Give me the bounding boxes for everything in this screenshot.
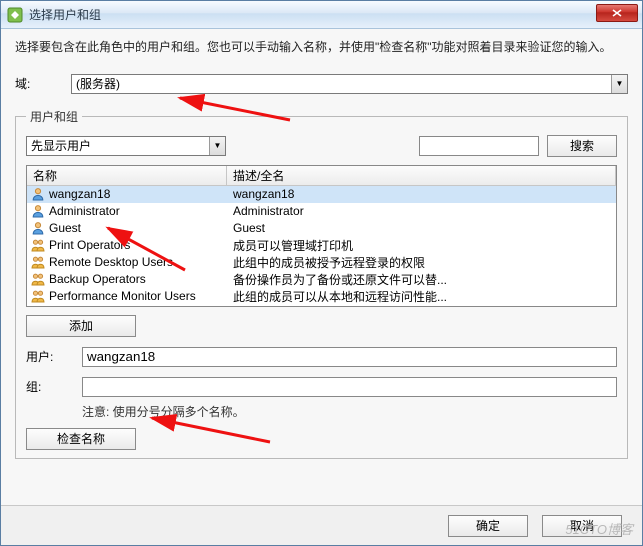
chevron-down-icon: ▼ <box>611 75 627 93</box>
group-icon <box>29 255 47 269</box>
filter-row: 先显示用户 ▼ 搜索 <box>26 135 617 157</box>
user-icon <box>29 187 47 201</box>
add-button[interactable]: 添加 <box>26 315 136 337</box>
users-selected-row: 用户: <box>26 347 617 367</box>
close-button[interactable] <box>596 4 638 22</box>
row-desc: 此组中的成员被授予远程登录的权限 <box>227 254 616 271</box>
filter-value: 先显示用户 <box>31 137 91 154</box>
window-title: 选择用户和组 <box>29 6 101 23</box>
groups-selected-row: 组: <box>26 377 617 397</box>
instruction-text: 选择要包含在此角色中的用户和组。您也可以手动输入名称，并使用"检查名称"功能对照… <box>15 39 628 56</box>
row-name: Print Operators <box>47 238 227 252</box>
col-name[interactable]: 名称 <box>27 166 227 185</box>
check-names-button[interactable]: 检查名称 <box>26 428 136 450</box>
group-icon <box>29 272 47 286</box>
app-icon <box>7 7 23 23</box>
search-input[interactable] <box>419 136 539 156</box>
dialog-window: 选择用户和组 选择要包含在此角色中的用户和组。您也可以手动输入名称，并使用"检查… <box>0 0 643 546</box>
list-body[interactable]: wangzan18wangzan18AdministratorAdministr… <box>27 186 616 307</box>
filter-combo[interactable]: 先显示用户 ▼ <box>26 136 226 156</box>
check-row: 检查名称 <box>26 428 617 450</box>
user-list[interactable]: 名称 描述/全名 wangzan18wangzan18Administrator… <box>26 165 617 307</box>
user-icon <box>29 204 47 218</box>
table-row[interactable]: Print Operators成员可以管理域打印机 <box>27 237 616 254</box>
table-row[interactable]: GuestGuest <box>27 220 616 237</box>
users-input[interactable] <box>82 347 617 367</box>
row-desc: 成员可以管理域打印机 <box>227 237 616 254</box>
users-groups-fieldset: 用户和组 先显示用户 ▼ 搜索 名称 描述/全名 wangzan18wangza… <box>15 108 628 459</box>
domain-value: (服务器) <box>76 75 120 92</box>
row-name: Performance Monitor Users <box>47 289 227 303</box>
row-name: Backup Operators <box>47 272 227 286</box>
row-name: wangzan18 <box>47 187 227 201</box>
table-row[interactable]: Remote Desktop Users此组中的成员被授予远程登录的权限 <box>27 254 616 271</box>
chevron-down-icon: ▼ <box>209 137 225 155</box>
users-label: 用户: <box>26 348 82 365</box>
table-row[interactable]: Backup Operators备份操作员为了备份或还原文件可以替... <box>27 271 616 288</box>
row-desc: Guest <box>227 221 616 235</box>
list-header: 名称 描述/全名 <box>27 166 616 186</box>
cancel-button[interactable]: 取消 <box>542 515 622 537</box>
table-row[interactable]: Performance Monitor Users此组的成员可以从本地和远程访问… <box>27 288 616 305</box>
table-row[interactable]: AdministratorAdministrator <box>27 203 616 220</box>
group-icon <box>29 289 47 303</box>
row-name: Administrator <box>47 204 227 218</box>
user-icon <box>29 221 47 235</box>
row-name: Remote Desktop Users <box>47 255 227 269</box>
row-desc: Administrator <box>227 204 616 218</box>
dialog-body: 选择要包含在此角色中的用户和组。您也可以手动输入名称，并使用"检查名称"功能对照… <box>1 29 642 505</box>
table-row[interactable]: wangzan18wangzan18 <box>27 186 616 203</box>
titlebar: 选择用户和组 <box>1 1 642 29</box>
groups-input[interactable] <box>82 377 617 397</box>
note-text: 注意: 使用分号分隔多个名称。 <box>82 403 617 420</box>
row-desc: 此组的成员可以从本地和远程访问性能... <box>227 288 616 305</box>
search-button[interactable]: 搜索 <box>547 135 617 157</box>
row-desc: 备份操作员为了备份或还原文件可以替... <box>227 271 616 288</box>
domain-row: 域: (服务器) ▼ <box>15 74 628 94</box>
col-desc[interactable]: 描述/全名 <box>227 166 616 185</box>
row-desc: wangzan18 <box>227 187 616 201</box>
dialog-footer: 确定 取消 <box>1 505 642 545</box>
groups-label: 组: <box>26 378 82 395</box>
domain-combo[interactable]: (服务器) ▼ <box>71 74 628 94</box>
group-icon <box>29 238 47 252</box>
fieldset-legend: 用户和组 <box>26 108 82 125</box>
domain-label: 域: <box>15 75 71 92</box>
row-name: Guest <box>47 221 227 235</box>
ok-button[interactable]: 确定 <box>448 515 528 537</box>
add-row: 添加 <box>26 315 617 337</box>
